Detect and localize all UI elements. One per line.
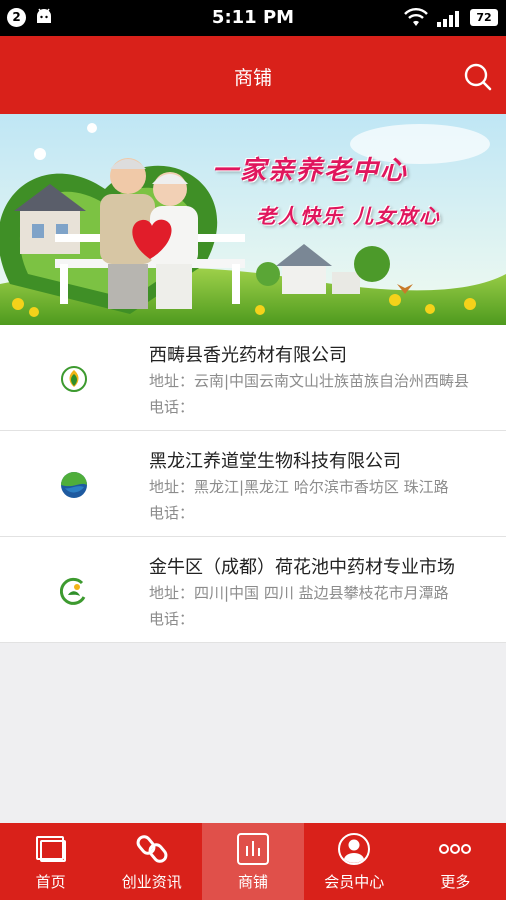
tab-home[interactable]: 首页: [0, 823, 101, 900]
tab-label: 商铺: [238, 873, 269, 891]
wifi-icon: [404, 8, 428, 26]
shop-phone: 电话：: [149, 610, 195, 628]
tab-label: 创业资讯: [121, 873, 182, 891]
shop-list: 西畴县香光药材有限公司 地址：云南|中国云南文山壮族苗族自治州西畴县 电话： 黑…: [0, 325, 506, 643]
list-item[interactable]: 金牛区（成都）荷花池中药材专业市场 地址：四川|中国 四川 盐边县攀枝花市月潭路…: [0, 537, 506, 643]
status-time: 5:11 PM: [211, 7, 295, 28]
tab-news[interactable]: 创业资讯: [101, 823, 202, 900]
more-dots-icon: [439, 844, 472, 854]
shop-address: 地址：黑龙江|黑龙江 哈尔滨市香坊区 珠江路: [149, 478, 449, 496]
user-icon: [338, 833, 371, 865]
tab-label: 会员中心: [324, 873, 385, 891]
shop-address: 地址：云南|中国云南文山壮族苗族自治州西畴县: [149, 372, 470, 390]
banner-headline: 一家亲养老中心: [212, 156, 409, 186]
blue-green-swirl-logo: [61, 472, 87, 498]
list-item[interactable]: 黑龙江养道堂生物科技有限公司 地址：黑龙江|黑龙江 哈尔滨市香坊区 珠江路 电话…: [0, 431, 506, 537]
page-title: 商铺: [233, 67, 272, 89]
battery-icon: 72: [470, 9, 498, 26]
list-item[interactable]: 西畴县香光药材有限公司 地址：云南|中国云南文山壮族苗族自治州西畴县 电话：: [0, 325, 506, 431]
green-leaf-logo: [61, 366, 87, 392]
shop-address: 地址：四川|中国 四川 盐边县攀枝花市月潭路: [149, 584, 449, 602]
link-icon: [136, 835, 168, 863]
shop-phone: 电话：: [149, 398, 195, 416]
shop-name: 金牛区（成都）荷花池中药材专业市场: [149, 557, 455, 578]
banner-subline: 老人快乐 儿女放心: [256, 204, 441, 228]
status-bar: 2 5:11 PM 72: [0, 0, 506, 36]
green-person-logo: [60, 577, 86, 605]
search-icon[interactable]: [462, 61, 494, 93]
shop-phone: 电话：: [149, 504, 195, 522]
promo-banner[interactable]: 一家亲养老中心 老人快乐 儿女放心: [0, 114, 506, 325]
bottom-tab-bar: 首页 创业资讯 商铺 会员中心 更多: [0, 823, 506, 900]
shop-name: 西畴县香光药材有限公司: [149, 345, 347, 366]
tab-more[interactable]: 更多: [405, 823, 506, 900]
tab-shops[interactable]: 商铺: [202, 823, 304, 900]
signal-icon: [437, 11, 459, 27]
home-window-icon: [35, 836, 66, 862]
tab-member-center[interactable]: 会员中心: [304, 823, 405, 900]
header-bar: 商铺: [0, 36, 506, 114]
tab-label: 首页: [35, 873, 66, 891]
bar-chart-icon: [237, 833, 269, 865]
shop-name: 黑龙江养道堂生物科技有限公司: [149, 451, 401, 472]
tab-label: 更多: [440, 873, 471, 891]
